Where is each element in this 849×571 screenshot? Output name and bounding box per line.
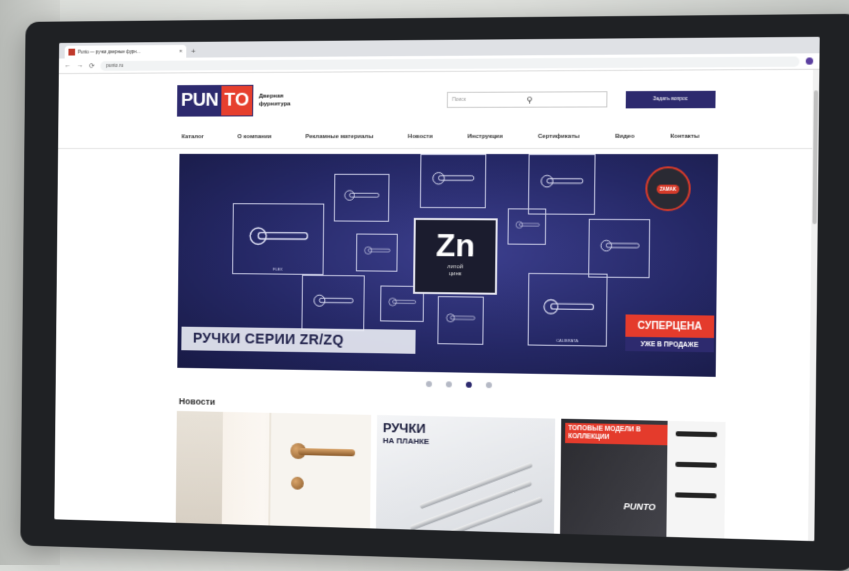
menu-item-contacts[interactable]: Контакты [670,134,699,140]
url-field[interactable]: punto.ru [100,56,799,70]
handles-panel [666,421,725,540]
punto-logo[interactable]: PUN TO [177,85,253,117]
menu-item-certificates[interactable]: Сертификаты [538,134,580,140]
extension-icon[interactable] [806,57,813,64]
url-text: punto.ru [106,62,123,68]
carousel-dot[interactable] [426,381,432,387]
handle-frame [528,154,596,215]
handle-frame [588,219,650,278]
handle-drawing [340,183,383,208]
handle-frame [420,154,486,208]
carousel-dots [426,381,492,388]
door-image [268,413,371,530]
news-heading: Новости [179,396,215,407]
back-icon[interactable]: ← [65,62,72,69]
reload-icon[interactable]: ⟳ [89,62,95,70]
zamak-stamp: ZAMAK [645,166,691,211]
handle-frame [356,234,398,272]
carousel-dot[interactable] [446,381,452,387]
on-sale-badge: УЖЕ В ПРОДАЖЕ [625,337,714,353]
menu-item-catalog[interactable]: Каталог [182,134,204,140]
menu-divider [58,148,812,149]
news-card-door-handle[interactable] [176,411,371,529]
search-icon[interactable]: ⚲ [527,95,603,104]
handle-drawing [361,241,393,261]
menu-item-instructions[interactable]: Инструкции [467,134,502,140]
window-image [176,411,223,525]
news-card-top-models[interactable]: ТОПОВЫЕ МОДЕЛИ В КОЛЛЕКЦИИ PUNTO [560,419,726,540]
handle-drawing [443,305,478,331]
handle-frame [334,174,390,222]
menu-item-about[interactable]: О компании [237,134,271,140]
news-card-plate-handles[interactable]: РУЧКИ НА ПЛАНКЕ [376,415,555,535]
escutcheon-icon [291,477,304,490]
handle-frame: CALIBRATA [528,273,608,347]
handle-drawing [595,230,643,262]
handle-drawing [242,217,314,256]
black-handle-icon [676,431,717,437]
handle-frame [301,275,364,331]
element-sub2: цинк [415,271,495,279]
screen: Punto — ручки дверные фурн… × + ← → ⟳ pu… [54,37,819,541]
monitor-bezel: Punto — ручки дверные фурн… × + ← → ⟳ pu… [20,14,849,571]
search-input[interactable]: Поиск ⚲ [447,91,607,108]
handle-drawing [427,164,478,193]
banner-headline-box: РУЧКИ СЕРИИ ZR/ZQ [181,327,415,354]
frame-label: FLEX [233,266,323,272]
black-handle-icon [675,492,716,498]
logo-tagline: Дверная фурнитура [259,92,317,108]
browser-tab[interactable]: Punto — ручки дверные фурн… × [65,45,187,59]
carousel-dot-active[interactable] [466,382,472,388]
handle-drawing [536,166,588,198]
handle-drawing [537,287,599,327]
card3-logo: PUNTO [623,501,655,512]
ask-question-button[interactable]: Задать вопрос [626,90,716,108]
handle-frame [437,296,483,345]
hero-banner[interactable]: FLEX CALIBRATA Zn литой цинк ZAMAK РУЧКИ… [177,154,718,377]
logo-left: PUN [178,86,221,116]
new-tab-button[interactable]: + [191,47,196,56]
zinc-element-tile: Zn литой цинк [413,218,498,295]
stamp-label: ZAMAK [657,184,680,193]
search-placeholder: Поиск [452,97,527,103]
frame-label: CALIBRATA [529,337,606,343]
element-symbol: Zn [415,226,495,265]
handle-drawing [309,285,358,315]
tab-title: Punto — ручки дверные фурн… [78,49,176,55]
lever-handle-icon [298,448,355,456]
menu-item-promo[interactable]: Рекламные материалы [305,134,373,140]
favicon-icon [68,49,75,56]
handle-drawing [385,293,418,312]
logo-right: TO [221,86,252,116]
banner-headline: РУЧКИ СЕРИИ ZR/ZQ [193,331,344,349]
carousel-dot[interactable] [486,382,492,388]
menu-item-news[interactable]: Новости [408,134,433,140]
tab-close-icon[interactable]: × [179,48,182,54]
plate-handle-icon [438,497,543,535]
card2-title: РУЧКИ [383,421,426,435]
scrollbar-thumb[interactable] [812,90,818,224]
site-header: PUN TO Дверная фурнитура Поиск ⚲ Задать … [177,79,716,121]
black-handle-icon [675,462,716,468]
handle-frame: FLEX [232,203,324,275]
handle-drawing [512,216,541,235]
superprice-badge: СУПЕРЦЕНА [625,314,714,338]
forward-icon[interactable]: → [77,62,84,69]
web-page: PUN TO Дверная фурнитура Поиск ⚲ Задать … [54,70,819,541]
card2-subtitle: НА ПЛАНКЕ [383,436,430,446]
card3-title: ТОПОВЫЕ МОДЕЛИ В КОЛЛЕКЦИИ [565,423,670,445]
main-menu: Каталог О компании Рекламные материалы Н… [182,134,700,140]
scrollbar[interactable] [808,70,819,541]
menu-item-video[interactable]: Видео [615,134,634,140]
